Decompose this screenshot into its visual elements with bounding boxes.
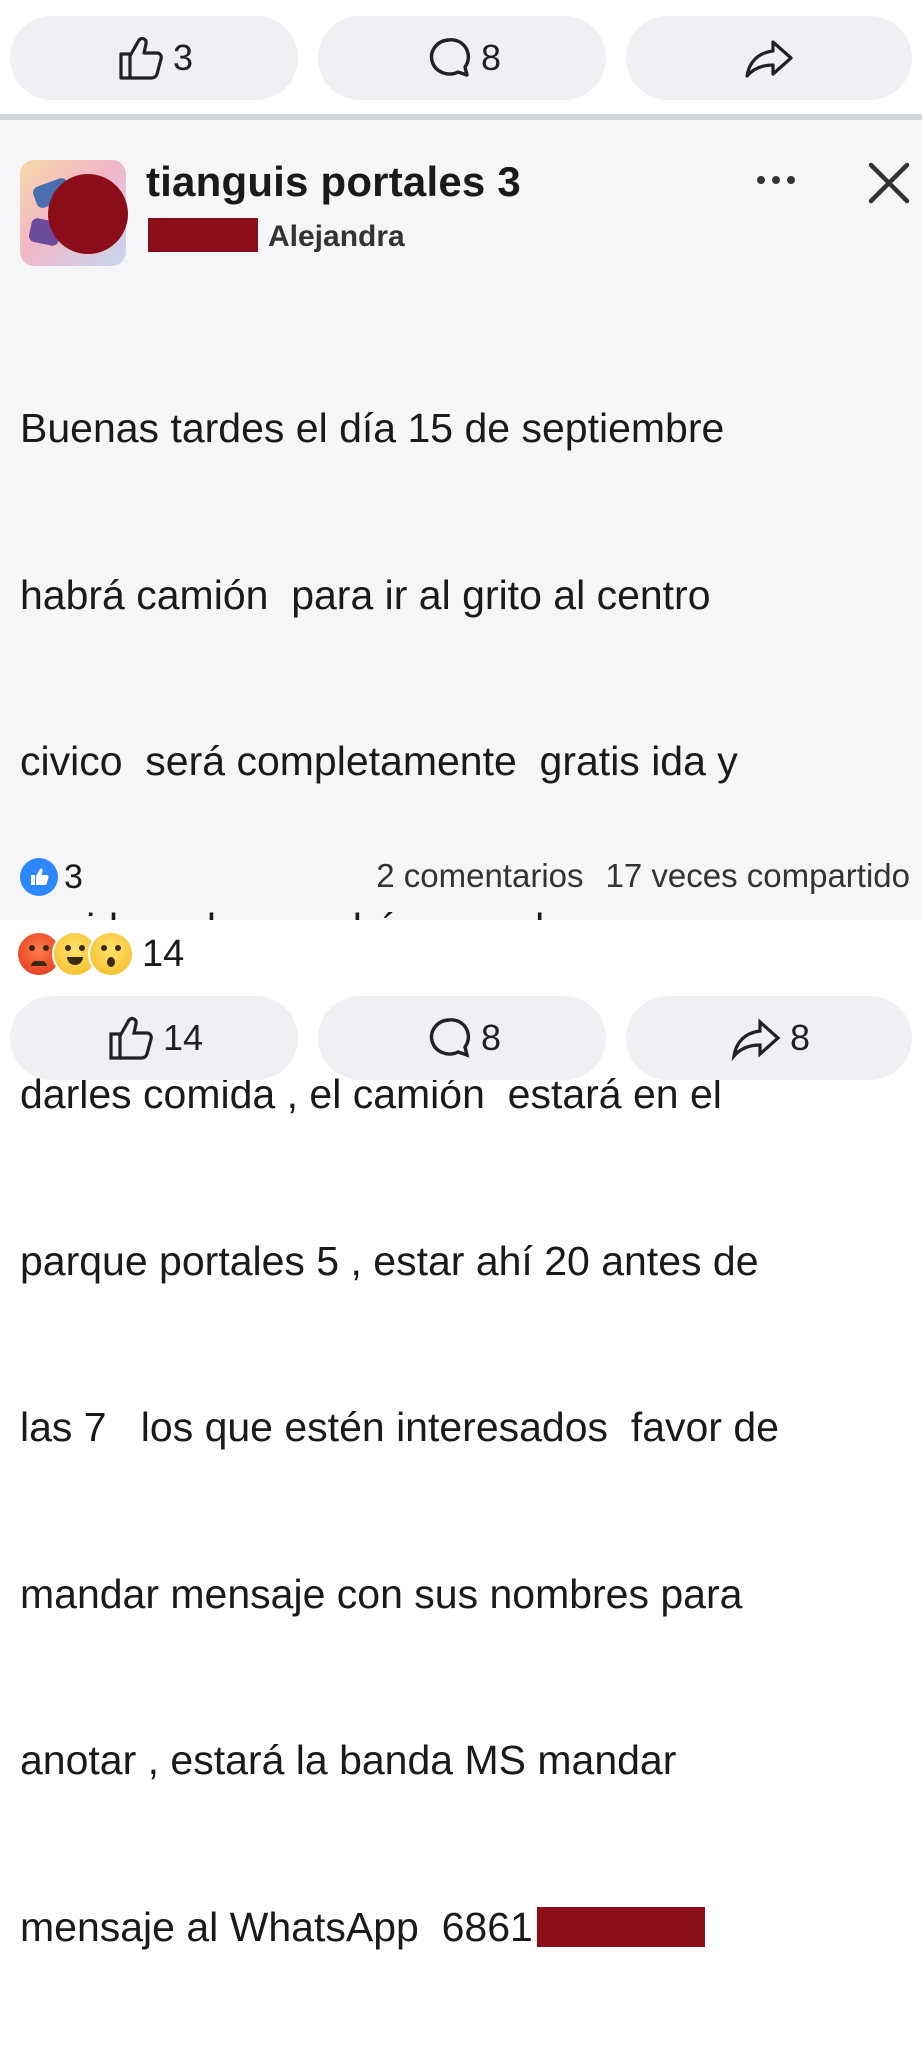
comment-button[interactable]: 8 [318,16,606,100]
post-stats: 2 comentarios 17 veces compartido [376,857,910,895]
group-name[interactable]: tianguis portales 3 [146,158,521,206]
wow-reaction-icon [88,931,134,977]
comment-icon [429,38,471,77]
post-line: anotar , estará la banda MS mandar [20,1737,677,1783]
top-action-bar: 3 8 [0,0,922,112]
close-icon[interactable] [862,156,916,210]
like-button[interactable]: 3 [10,16,298,100]
like-count: 3 [172,37,194,78]
reaction-count: 14 [142,932,185,975]
shared-post-card: tianguis portales 3 Alejandra Buenas tar… [0,120,922,1950]
post-line: las 7 los que estén interesados favor de [20,1404,779,1450]
bottom-like-button[interactable]: 14 [10,996,298,1080]
post-line: civico será completamente gratis ida y [20,738,738,784]
post-text: Buenas tardes el día 15 de septiembre ha… [20,290,915,2048]
thumbs-up-icon [119,37,163,80]
shares-count[interactable]: 17 veces compartido [606,857,911,895]
outer-post-footer: 14 14 8 8 [0,920,922,1080]
bottom-share-button[interactable]: 8 [626,996,912,1080]
share-icon [745,40,793,78]
share-icon [731,1018,781,1062]
bottom-comment-count: 8 [480,1017,502,1058]
phone-redaction [536,1906,705,1947]
bottom-comment-button[interactable]: 8 [318,996,606,1080]
reactions-summary[interactable]: 14 [16,931,185,977]
post-line: parque portales 5 , estar ahí 20 antes d… [20,1237,759,1284]
author-avatar-redacted [48,174,128,254]
author-name[interactable]: Alejandra [268,220,405,254]
more-options-icon[interactable] [748,170,804,190]
author-name-redaction [148,218,258,252]
post-like-count: 3 [64,857,83,896]
post-line-last: mensaje al WhatsApp 6861 [20,1900,915,1956]
post-line: Buenas tardes el día 15 de septiembre [20,405,725,451]
comment-count: 8 [480,37,502,78]
post-line: mandar mensaje con sus nombres para [20,1570,743,1617]
like-reaction-icon [20,858,58,896]
share-button[interactable] [626,16,912,100]
comments-count[interactable]: 2 comentarios [376,857,583,895]
comment-icon [429,1018,471,1058]
post-likes[interactable]: 3 [20,857,83,897]
bottom-share-count: 8 [789,1017,811,1058]
bottom-like-count: 14 [162,1017,204,1058]
post-line: habrá camión para ir al grito al centro [20,571,711,618]
post-line: mensaje al WhatsApp 6861 [20,1903,533,1950]
thumbs-up-icon [109,1017,153,1060]
